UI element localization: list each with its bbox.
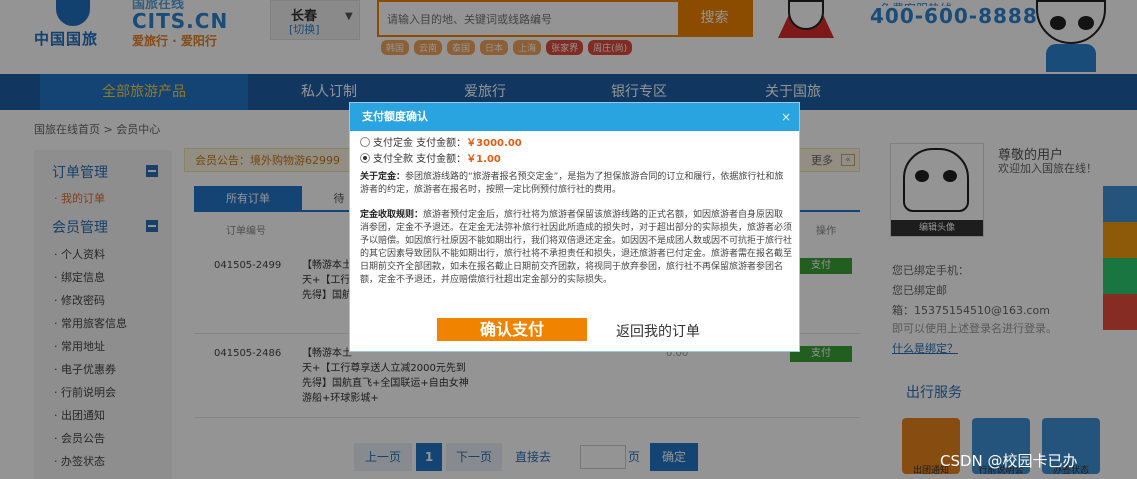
deposit-amount: ￥3000.00 [466,138,522,149]
refund-rules: 定金收取规则：旅游者预付定金后，旅行社将为旅游者保留该旅游线路的正式名额，如因旅… [360,209,792,287]
deposit-heading: 关于定金： [360,172,406,182]
deposit-text: 参团旅游线路的“旅游者报名预交定金”，是指为了担保旅游合同的订立和履行，依据旅行… [360,172,784,195]
close-icon[interactable]: × [781,103,791,131]
back-to-orders-link[interactable]: 返回我的订单 [616,321,700,341]
confirm-payment-button[interactable]: 确认支付 [437,318,587,341]
option-full-label: 支付全款 支付金额： [373,154,467,165]
dialog-title: 支付额度确认 [362,110,428,123]
deposit-description: 关于定金：参团旅游线路的“旅游者报名预交定金”，是指为了担保旅游合同的订立和履行… [360,171,792,197]
watermark: CSDN @校园卡已办 [940,452,1078,470]
radio-full-payment[interactable] [360,153,370,163]
full-amount: ￥1.00 [466,154,501,165]
dialog-header: 支付额度确认 × [350,103,799,131]
option-deposit[interactable]: 支付定金 支付金额：￥3000.00 [360,134,522,149]
option-deposit-label: 支付定金 支付金额： [373,138,467,149]
option-full-payment[interactable]: 支付全款 支付金额：￥1.00 [360,150,501,165]
payment-confirm-dialog: 支付额度确认 × 支付定金 支付金额：￥3000.00 支付全款 支付金额：￥1… [349,102,800,352]
refund-heading: 定金收取规则： [360,210,424,220]
refund-text: 旅游者预付定金后，旅行社将为旅游者保留该旅游线路的正式名额，如因旅游者自身原因取… [360,210,793,285]
radio-deposit[interactable] [360,137,370,147]
